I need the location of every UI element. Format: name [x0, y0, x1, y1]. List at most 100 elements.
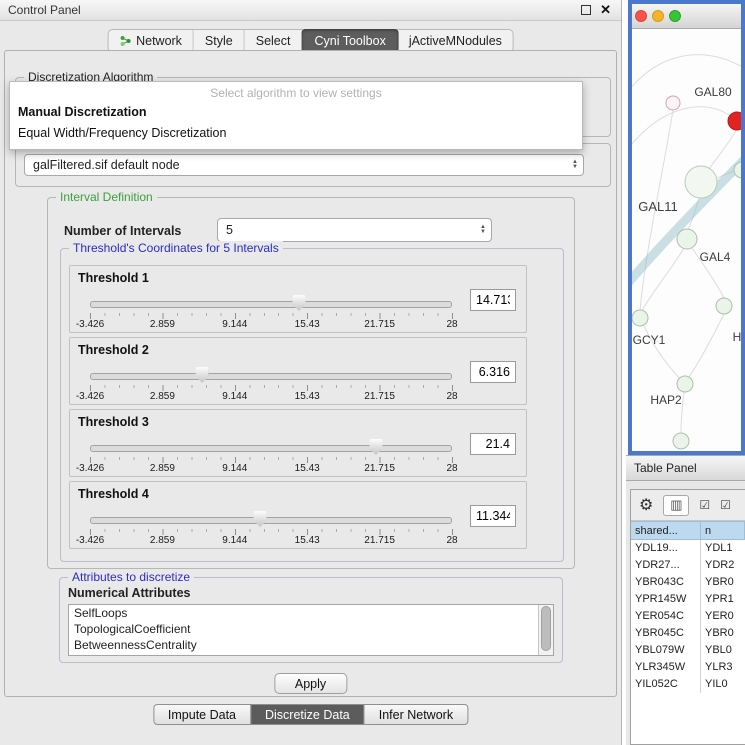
- cell[interactable]: YLR3: [701, 659, 745, 676]
- table-row[interactable]: YER054CYER0: [631, 608, 745, 625]
- cell[interactable]: YER054C: [631, 608, 701, 625]
- table-row[interactable]: YDL19...YDL1: [631, 540, 745, 557]
- float-window-icon[interactable]: [581, 5, 591, 15]
- select-all-icon[interactable]: ☑: [699, 498, 710, 512]
- thresholds-group: Threshold's Coordinates for 5 Intervals …: [60, 248, 564, 562]
- list-scrollbar[interactable]: [538, 605, 553, 655]
- tab-impute-data[interactable]: Impute Data: [153, 704, 251, 725]
- threshold-1-slider[interactable]: [90, 295, 452, 312]
- threshold-2-slider[interactable]: [90, 367, 452, 384]
- table-row[interactable]: YDR27...YDR2: [631, 557, 745, 574]
- column-header-name[interactable]: n: [701, 521, 745, 540]
- thick-edge: [632, 152, 741, 290]
- table-row[interactable]: YBL079WYBL0: [631, 642, 745, 659]
- cell[interactable]: YPR1: [701, 591, 745, 608]
- node-label-partial: H: [733, 330, 741, 344]
- column-header-shared-name[interactable]: shared...: [631, 521, 701, 540]
- network-view-window[interactable]: GAL80 GAL11 GAL4 GCY1 HAP2 H: [628, 0, 745, 455]
- select-none-icon[interactable]: ☑: [720, 498, 731, 512]
- cell[interactable]: YIL052C: [631, 676, 701, 693]
- zoom-traffic-light[interactable]: [669, 10, 681, 22]
- threshold-2-value-field[interactable]: [470, 361, 516, 383]
- cell[interactable]: YLR345W: [631, 659, 701, 676]
- node-gcy1[interactable]: [632, 310, 648, 326]
- dropdown-option-manual-discretization[interactable]: Manual Discretization: [10, 102, 582, 123]
- slider-track: [90, 373, 452, 380]
- list-item[interactable]: TopologicalCoefficient: [69, 621, 553, 637]
- table-row[interactable]: YPR145WYPR1: [631, 591, 745, 608]
- threshold-1-value-field[interactable]: [470, 289, 516, 311]
- table-row[interactable]: YBR043CYBR0: [631, 574, 745, 591]
- scrollbar-thumb[interactable]: [541, 606, 551, 651]
- cell[interactable]: YPR145W: [631, 591, 701, 608]
- attributes-group: Attributes to discretize Numerical Attri…: [59, 577, 563, 663]
- cell[interactable]: YBL0: [701, 642, 745, 659]
- table-row[interactable]: YBR045CYBR0: [631, 625, 745, 642]
- node-gal4[interactable]: [677, 229, 697, 249]
- slider-thumb[interactable]: [369, 439, 382, 455]
- dropdown-option-equal-width-frequency[interactable]: Equal Width/Frequency Discretization: [10, 123, 582, 144]
- cell[interactable]: YDL1: [701, 540, 745, 557]
- network-canvas[interactable]: GAL80 GAL11 GAL4 GCY1 HAP2 H: [632, 28, 741, 451]
- table-panel: ⚙ ▥ ☑ ☑ shared... n YDL19...YDL1 YDR27..…: [626, 481, 745, 745]
- list-item[interactable]: SelfLoops: [69, 605, 553, 621]
- threshold-1-label: Threshold 1: [78, 271, 149, 285]
- minimize-traffic-light[interactable]: [652, 10, 664, 22]
- network-icon: [119, 35, 131, 47]
- slider-thumb[interactable]: [196, 367, 209, 383]
- slider-thumb[interactable]: [292, 295, 305, 311]
- cell[interactable]: YBR0: [701, 574, 745, 591]
- slider-thumb[interactable]: [254, 511, 267, 527]
- node-label-gal11: GAL11: [638, 199, 678, 214]
- threshold-4-panel: Threshold 4 -3.4262.8599.14415.4321.7152…: [69, 481, 527, 549]
- window-title: Control Panel: [8, 3, 81, 17]
- cell[interactable]: YBR043C: [631, 574, 701, 591]
- cell[interactable]: YER0: [701, 608, 745, 625]
- columns-icon: ▥: [670, 497, 682, 513]
- number-of-intervals-combo[interactable]: 5 ▲▼: [217, 218, 492, 242]
- node-label-hap2: HAP2: [650, 393, 682, 407]
- threshold-3-value-field[interactable]: [470, 433, 516, 455]
- cell[interactable]: YDR27...: [631, 557, 701, 574]
- cell[interactable]: YBR045C: [631, 625, 701, 642]
- tab-discretize-data[interactable]: Discretize Data: [250, 704, 365, 725]
- tab-style[interactable]: Style: [194, 30, 245, 52]
- tab-network[interactable]: Network: [108, 30, 194, 52]
- cell[interactable]: YIL0: [701, 676, 745, 693]
- cell[interactable]: YBL079W: [631, 642, 701, 659]
- table-row[interactable]: YLR345WYLR3: [631, 659, 745, 676]
- table-row[interactable]: YIL052CYIL0: [631, 676, 745, 693]
- slider-scale: -3.4262.8599.14415.4321.71528: [90, 535, 452, 547]
- tab-infer-network[interactable]: Infer Network: [364, 704, 468, 725]
- table-widget: ⚙ ▥ ☑ ☑ shared... n YDL19...YDL1 YDR27..…: [630, 489, 745, 745]
- slider-track: [90, 301, 452, 308]
- numerical-attributes-list[interactable]: SelfLoops TopologicalCoefficient Between…: [68, 604, 554, 656]
- node-label-gal80: GAL80: [694, 85, 732, 99]
- node-hap2[interactable]: [677, 376, 693, 392]
- combo-stepper-icon: ▲▼: [480, 225, 486, 235]
- node-selected-red[interactable]: [728, 112, 741, 130]
- group-title: Interval Definition: [56, 190, 157, 204]
- threshold-3-slider[interactable]: [90, 439, 452, 456]
- threshold-4-value-field[interactable]: [470, 505, 516, 527]
- tab-jactivemnodules[interactable]: jActiveMNodules: [398, 30, 513, 52]
- list-item[interactable]: BetweennessCentrality: [69, 637, 553, 653]
- threshold-4-slider[interactable]: [90, 511, 452, 528]
- gear-icon[interactable]: ⚙: [639, 495, 653, 515]
- close-traffic-light[interactable]: [635, 10, 647, 22]
- cell[interactable]: YBR0: [701, 625, 745, 642]
- apply-button[interactable]: Apply: [274, 673, 347, 694]
- select-columns-button[interactable]: ▥: [663, 495, 689, 516]
- close-icon[interactable]: ✕: [600, 2, 611, 18]
- network-titlebar: [632, 4, 741, 29]
- tab-select[interactable]: Select: [245, 30, 303, 52]
- node-right[interactable]: [716, 298, 732, 314]
- table-data-combo[interactable]: galFiltered.sif default node ▲▼: [24, 154, 584, 176]
- cell[interactable]: YDR2: [701, 557, 745, 574]
- slider-scale: -3.4262.8599.14415.4321.71528: [90, 463, 452, 475]
- table-panel-titlebar: Table Panel: [626, 455, 745, 481]
- node-gal11[interactable]: [685, 166, 717, 198]
- node-bottom[interactable]: [673, 433, 689, 449]
- cell[interactable]: YDL19...: [631, 540, 701, 557]
- node-gal80[interactable]: [666, 96, 680, 110]
